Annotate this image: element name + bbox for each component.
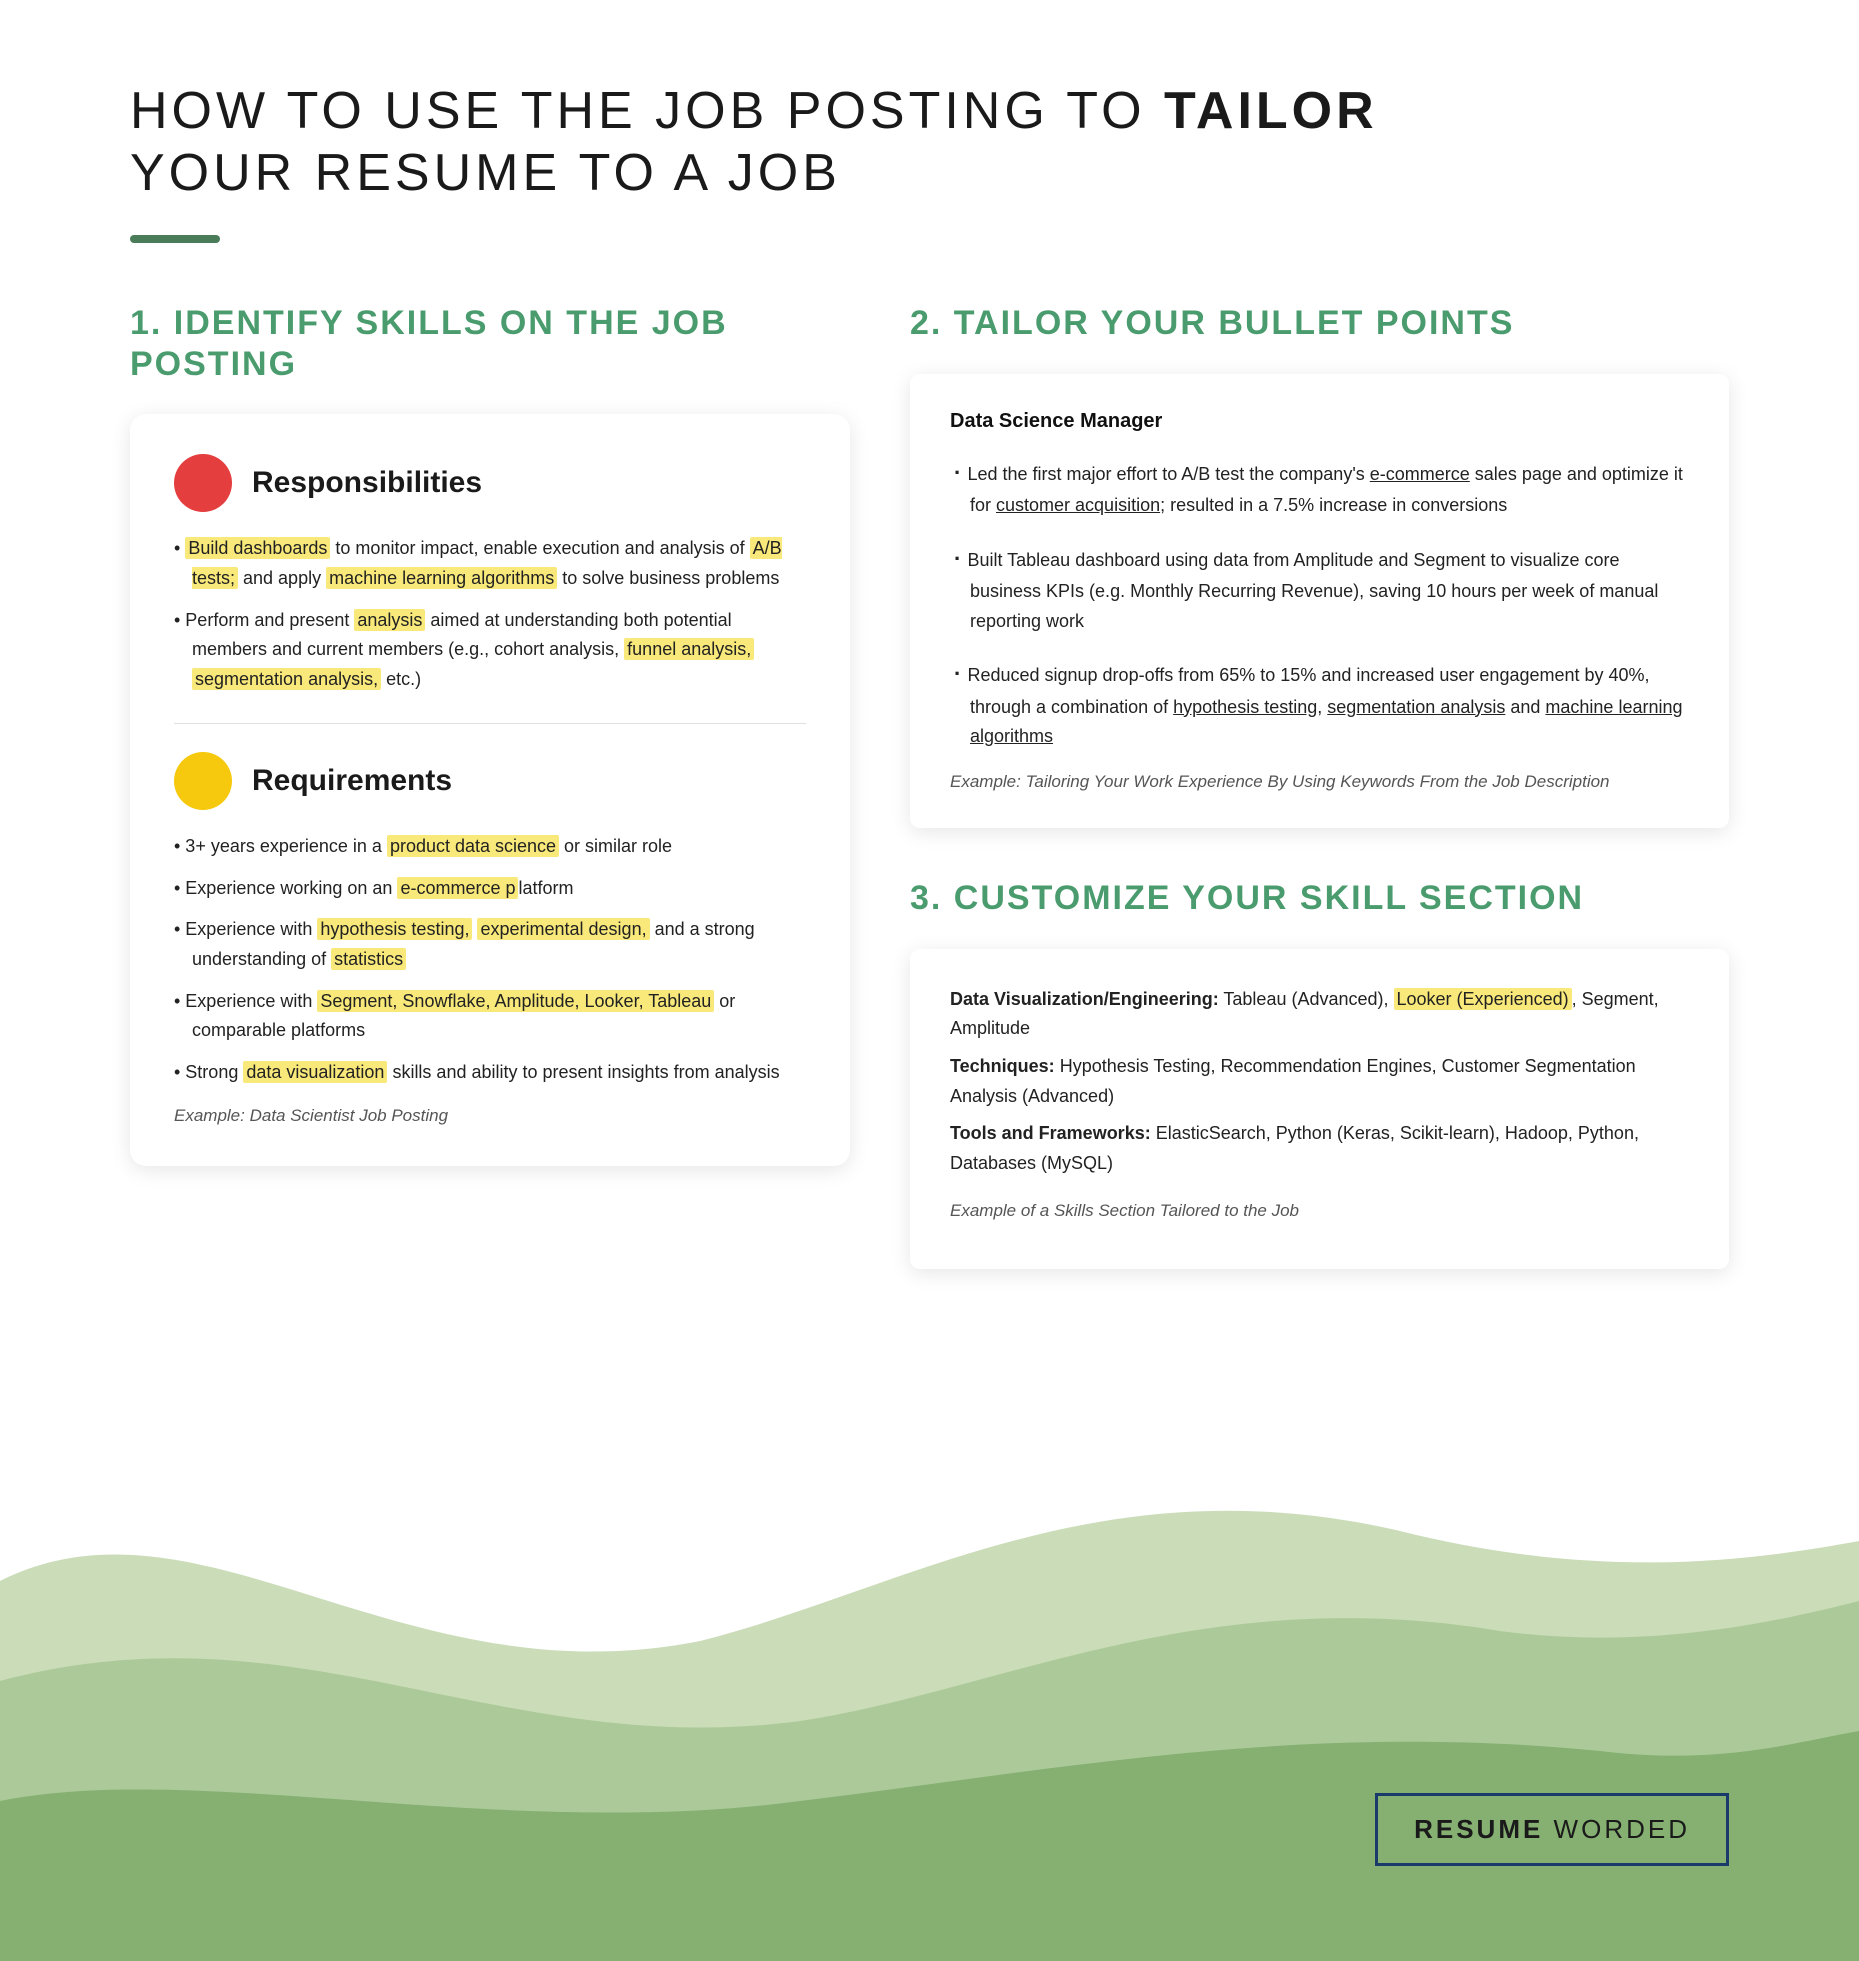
resume-bullet-1: Led the first major effort to A/B test t… (950, 455, 1689, 521)
responsibilities-label: Responsibilities (252, 466, 482, 500)
brand-bold: RESUME (1414, 1814, 1543, 1844)
card-divider (174, 723, 806, 724)
bullet-points-card: Data Science Manager Led the first major… (910, 374, 1729, 828)
job-posting-card: Responsibilities • Build dashboards to m… (130, 414, 850, 1165)
highlight-segmentation-analysis: segmentation analysis, (192, 668, 381, 690)
highlight-experimental-design: experimental design, (477, 918, 649, 940)
section1-example: Example: Data Scientist Job Posting (174, 1106, 806, 1126)
highlight-data-visualization: data visualization (243, 1061, 387, 1083)
resume-bullet-3: Reduced signup drop-offs from 65% to 15%… (950, 656, 1689, 752)
section2-example: Example: Tailoring Your Work Experience … (950, 772, 1689, 792)
skills-label-1: Data Visualization/Engineering: (950, 989, 1219, 1009)
skills-label-2: Techniques: (950, 1056, 1055, 1076)
responsibilities-row: Responsibilities (174, 454, 806, 512)
resume-bullets: Led the first major effort to A/B test t… (950, 455, 1689, 752)
underline-ecommerce: e-commerce (1370, 464, 1470, 484)
requirements-icon (174, 752, 232, 810)
section3-example: Example of a Skills Section Tailored to … (950, 1197, 1689, 1225)
requirements-label: Requirements (252, 764, 452, 798)
highlight-hypothesis-testing: hypothesis testing, (317, 918, 472, 940)
skills-line-1: Data Visualization/Engineering: Tableau … (950, 985, 1689, 1044)
skills-line-3: Tools and Frameworks: ElasticSearch, Pyt… (950, 1119, 1689, 1178)
section2-header: 2. TAILOR YOUR BULLET POINTS (910, 303, 1729, 344)
underline-hypothesis: hypothesis testing (1173, 697, 1317, 717)
brand-text: RESUME WORDED (1414, 1814, 1690, 1844)
section3-header: 3. CUSTOMIZE YOUR SKILL SECTION (910, 878, 1729, 919)
req-bullet-2: • Experience working on an e-commerce pl… (174, 874, 806, 904)
highlight-build-dashboards: Build dashboards (185, 537, 330, 559)
req-bullet-3: • Experience with hypothesis testing, ex… (174, 915, 806, 974)
section1-header: 1. IDENTIFY SKILLS ON THE JOB POSTING (130, 303, 850, 385)
highlight-tools: Segment, Snowflake, Amplitude, Looker, T… (317, 990, 714, 1012)
highlight-ml-algorithms: machine learning algorithms (326, 567, 557, 589)
underline-customer-acquisition: customer acquisition (996, 495, 1160, 515)
highlight-looker: Looker (Experienced) (1394, 988, 1572, 1010)
responsibilities-body: • Build dashboards to monitor impact, en… (174, 534, 806, 694)
highlight-funnel-analysis: funnel analysis, (624, 638, 754, 660)
responsibilities-icon (174, 454, 232, 512)
brand-box: RESUME WORDED (1375, 1793, 1729, 1866)
underline-segmentation: segmentation analysis (1327, 697, 1505, 717)
skills-label-3: Tools and Frameworks: (950, 1123, 1151, 1143)
highlight-statistics: statistics (331, 948, 406, 970)
highlight-product-data-science: product data science (387, 835, 559, 857)
requirements-body: • 3+ years experience in a product data … (174, 832, 806, 1088)
skills-line-2: Techniques: Hypothesis Testing, Recommen… (950, 1052, 1689, 1111)
left-column: 1. IDENTIFY SKILLS ON THE JOB POSTING Re… (130, 303, 850, 1216)
brand-normal: WORDED (1543, 1814, 1690, 1844)
skills-card: Data Visualization/Engineering: Tableau … (910, 949, 1729, 1269)
main-content: HOW TO USE THE JOB POSTING TO TAILOR YOU… (0, 0, 1859, 1329)
title-divider (130, 235, 220, 243)
page-title: HOW TO USE THE JOB POSTING TO TAILOR YOU… (130, 80, 1729, 205)
req-bullet-4: • Experience with Segment, Snowflake, Am… (174, 987, 806, 1046)
req-bullet-5: • Strong data visualization skills and a… (174, 1058, 806, 1088)
background-wave (0, 1381, 1859, 1961)
highlight-ecommerce: e-commerce p (397, 877, 518, 899)
page-wrapper: HOW TO USE THE JOB POSTING TO TAILOR YOU… (0, 0, 1859, 1961)
resp-bullet-1: • Build dashboards to monitor impact, en… (174, 534, 806, 593)
resume-bullet-2: Built Tableau dashboard using data from … (950, 541, 1689, 637)
resp-bullet-2: • Perform and present analysis aimed at … (174, 606, 806, 695)
req-bullet-1: • 3+ years experience in a product data … (174, 832, 806, 862)
highlight-analysis: analysis (354, 609, 425, 631)
requirements-row: Requirements (174, 752, 806, 810)
right-column: 2. TAILOR YOUR BULLET POINTS Data Scienc… (910, 303, 1729, 1269)
resume-job-title: Data Science Manager (950, 410, 1689, 433)
two-column-layout: 1. IDENTIFY SKILLS ON THE JOB POSTING Re… (130, 303, 1729, 1269)
